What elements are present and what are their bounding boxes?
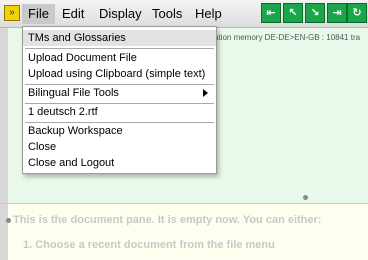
splitter-handle-icon[interactable]: [303, 195, 308, 200]
menu-file[interactable]: File: [22, 4, 55, 24]
menu-item-close-logout[interactable]: Close and Logout: [23, 155, 216, 171]
doc-pane-message: This is the document pane. It is empty n…: [13, 214, 322, 226]
menu-edit[interactable]: Edit: [56, 4, 90, 24]
nav-first-icon[interactable]: ⇤: [261, 3, 281, 23]
menu-display[interactable]: Display: [93, 4, 148, 24]
nav-last-icon[interactable]: ⇥: [327, 3, 347, 23]
menu-item-close[interactable]: Close: [23, 139, 216, 155]
splitter-handle-icon[interactable]: [6, 218, 11, 223]
doc-pane-step-1: 1. Choose a recent document from the fil…: [23, 239, 275, 251]
document-pane: [0, 204, 368, 260]
bilingual-tools-label: Bilingual File Tools: [28, 87, 119, 99]
app-logo-icon[interactable]: »: [4, 5, 20, 21]
menu-item-upload-clipboard[interactable]: Upload using Clipboard (simple text): [23, 66, 216, 82]
menu-tools[interactable]: Tools: [146, 4, 188, 24]
nav-next-icon[interactable]: ↘: [305, 3, 325, 23]
tm-status-text: ation memory DE-DE>EN-GB : 10841 tra: [214, 33, 361, 42]
menu-bar: » File Edit Display Tools Help ⇤ ↖ ↘ ⇥ ↻: [0, 0, 368, 28]
menu-help[interactable]: Help: [189, 4, 228, 24]
nav-prev-icon[interactable]: ↖: [283, 3, 303, 23]
menu-item-recent-file[interactable]: 1 deutsch 2.rtf: [23, 104, 216, 120]
nav-jump-icon[interactable]: ↻: [347, 3, 367, 23]
menu-item-backup-workspace[interactable]: Backup Workspace: [23, 123, 216, 139]
menu-item-upload-document[interactable]: Upload Document File: [23, 50, 216, 66]
submenu-arrow-icon: [203, 89, 208, 97]
menu-item-bilingual-tools[interactable]: Bilingual File Tools: [23, 85, 216, 101]
file-menu-dropdown: TMs and Glossaries Upload Document File …: [22, 26, 217, 174]
menu-item-tms-glossaries[interactable]: TMs and Glossaries: [23, 30, 216, 46]
menu-separator: [25, 48, 214, 49]
